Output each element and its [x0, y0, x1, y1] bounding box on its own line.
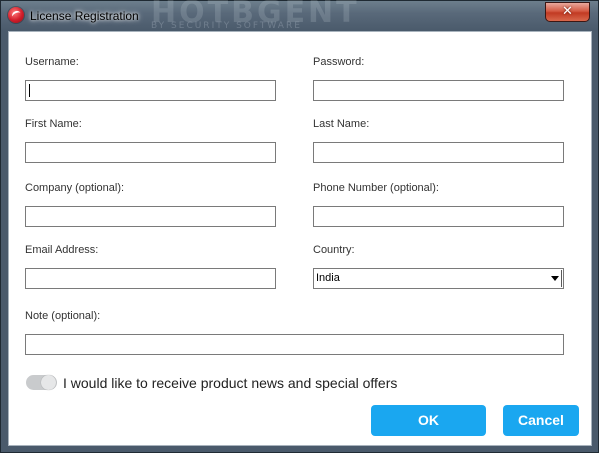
phone-input[interactable]	[313, 206, 564, 227]
registration-form: Username: Password: First Name: Last Nam…	[8, 31, 592, 446]
chevron-down-icon[interactable]	[549, 269, 563, 288]
text-caret	[29, 84, 30, 97]
username-label: Username:	[25, 56, 79, 68]
country-select[interactable]: India	[313, 268, 564, 289]
cancel-button[interactable]: Cancel	[503, 405, 579, 436]
note-input[interactable]	[25, 334, 564, 355]
license-registration-window: HOTBGENT BY SECURITY SOFTWARE License Re…	[0, 0, 599, 453]
company-label: Company (optional):	[25, 182, 125, 194]
first-name-input[interactable]	[25, 142, 276, 163]
password-input[interactable]	[313, 80, 564, 101]
username-input[interactable]	[25, 80, 276, 101]
company-input[interactable]	[25, 206, 276, 227]
close-icon: ✕	[562, 4, 573, 19]
newsletter-label: I would like to receive product news and…	[63, 375, 398, 391]
app-logo-icon	[8, 7, 24, 23]
close-button[interactable]: ✕	[545, 2, 590, 22]
email-input[interactable]	[25, 268, 276, 289]
note-label: Note (optional):	[25, 310, 101, 322]
newsletter-toggle[interactable]	[26, 375, 57, 390]
country-label: Country:	[313, 244, 355, 256]
phone-label: Phone Number (optional):	[313, 182, 439, 194]
password-label: Password:	[313, 56, 365, 68]
last-name-input[interactable]	[313, 142, 564, 163]
window-title: License Registration	[30, 9, 139, 23]
last-name-label: Last Name:	[313, 118, 370, 130]
title-bar[interactable]: License Registration ✕	[1, 1, 599, 31]
ok-button[interactable]: OK	[371, 405, 486, 436]
first-name-label: First Name:	[25, 118, 82, 130]
country-value: India	[316, 272, 340, 284]
email-label: Email Address:	[25, 244, 99, 256]
toggle-knob	[41, 375, 56, 390]
